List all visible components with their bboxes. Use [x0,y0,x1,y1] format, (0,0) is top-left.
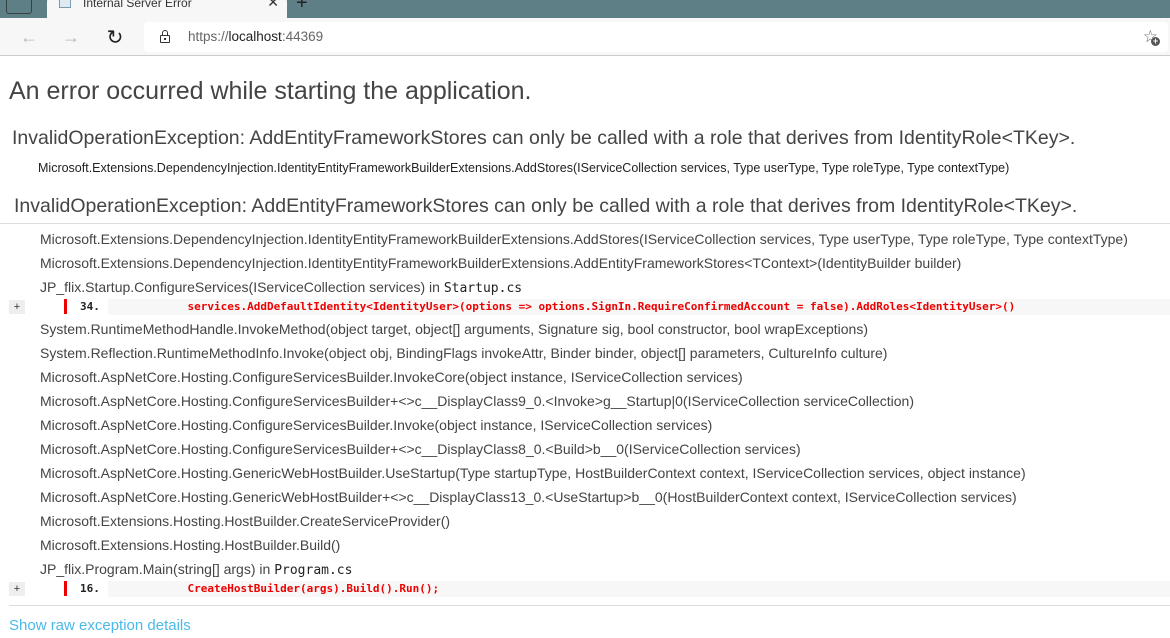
exception-title: InvalidOperationException: AddEntityFram… [12,127,1076,149]
frame-method: Microsoft.AspNetCore.Hosting.ConfigureSe… [40,417,713,433]
source-code-line: +16. CreateHostBuilder(args).Build().Run… [0,581,1170,597]
divider [0,223,1170,224]
stack-frame: Microsoft.Extensions.DependencyInjection… [0,251,1170,275]
url-text[interactable]: https://localhost:44369 [188,22,323,52]
source-code: services.AddDefaultIdentity<IdentityUser… [108,299,1170,315]
source-code-line: +34. services.AddDefaultIdentity<Identit… [0,299,1170,315]
forward-arrow-icon[interactable]: → [58,24,84,50]
frame-method: Microsoft.AspNetCore.Hosting.ConfigureSe… [40,441,801,457]
exception-location: Microsoft.Extensions.DependencyInjection… [38,161,1010,175]
stack-frame: Microsoft.Extensions.DependencyInjection… [0,227,1170,251]
stack-frame: Microsoft.AspNetCore.Hosting.ConfigureSe… [0,437,1170,461]
reload-icon[interactable]: ↻ [102,24,128,50]
frame-file: Program.cs [274,563,353,578]
frame-method: Microsoft.Extensions.Hosting.HostBuilder… [40,537,341,553]
page-title: An error occurred while starting the app… [9,77,532,105]
address-bar[interactable]: https://localhost:44369 ☆ + [144,22,1168,52]
line-number: 16. [80,582,100,595]
frame-method: System.RuntimeMethodHandle.InvokeMethod(… [40,321,868,337]
stack-frame: Microsoft.AspNetCore.Hosting.GenericWebH… [0,485,1170,509]
frame-method: Microsoft.AspNetCore.Hosting.GenericWebH… [40,489,1017,505]
new-tab-button[interactable]: + [296,0,308,15]
source-code: CreateHostBuilder(args).Build().Run(); [108,581,1170,597]
frame-method: JP_flix.Program.Main(string[] args) in [40,561,275,577]
stack-frame: JP_flix.Program.Main(string[] args) in P… [0,557,1170,581]
stack-frame: Microsoft.Extensions.Hosting.HostBuilder… [0,509,1170,533]
stack-frame: Microsoft.AspNetCore.Hosting.GenericWebH… [0,461,1170,485]
tab-actions-icon[interactable] [6,0,32,14]
close-icon[interactable]: ✕ [267,0,279,11]
expand-source-button[interactable]: + [9,300,25,314]
stack-trace: Microsoft.Extensions.DependencyInjection… [0,227,1170,599]
stack-frame: Microsoft.AspNetCore.Hosting.ConfigureSe… [0,389,1170,413]
expand-source-button[interactable]: + [9,582,25,596]
frame-method: Microsoft.AspNetCore.Hosting.GenericWebH… [40,465,1026,481]
frame-method: System.Reflection.RuntimeMethodInfo.Invo… [40,345,888,361]
lock-icon[interactable] [160,30,170,43]
frame-method: Microsoft.Extensions.DependencyInjection… [40,231,1128,247]
stack-frame: Microsoft.Extensions.Hosting.HostBuilder… [0,533,1170,557]
exception-title-detail: InvalidOperationException: AddEntityFram… [14,195,1078,217]
error-line-marker [64,299,67,314]
page-icon [59,0,71,8]
back-arrow-icon[interactable]: ← [16,24,42,50]
stack-frame: JP_flix.Startup.ConfigureServices(IServi… [0,275,1170,299]
frame-method: Microsoft.Extensions.Hosting.HostBuilder… [40,513,451,529]
add-favorite-icon: + [1151,36,1160,46]
frame-method: Microsoft.AspNetCore.Hosting.ConfigureSe… [40,369,743,385]
line-number: 34. [80,300,100,313]
frame-method: Microsoft.AspNetCore.Hosting.ConfigureSe… [40,393,915,409]
stack-frame: System.RuntimeMethodHandle.InvokeMethod(… [0,317,1170,341]
tab-title: Internal Server Error [83,0,192,10]
error-line-marker [64,581,67,596]
show-raw-exception-link[interactable]: Show raw exception details [9,617,191,634]
divider [9,605,1170,606]
stack-frame: Microsoft.AspNetCore.Hosting.ConfigureSe… [0,365,1170,389]
tab-strip: Internal Server Error ✕ + [0,0,1170,18]
frame-file: Startup.cs [443,281,523,296]
frame-method: JP_flix.Startup.ConfigureServices(IServi… [40,279,444,295]
stack-frame: System.Reflection.RuntimeMethodInfo.Invo… [0,341,1170,365]
browser-toolbar: ← → ↻ https://localhost:44369 ☆ + [0,18,1170,56]
tab-active[interactable]: Internal Server Error ✕ [47,0,287,18]
frame-method: Microsoft.Extensions.DependencyInjection… [40,255,962,271]
stack-frame: Microsoft.AspNetCore.Hosting.ConfigureSe… [0,413,1170,437]
